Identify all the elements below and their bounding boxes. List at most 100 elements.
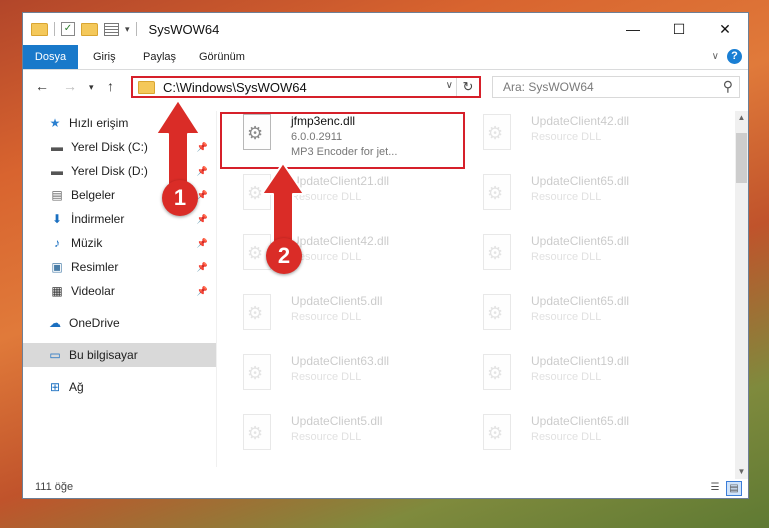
sidebar-item-quick-access[interactable]: ★ Hızlı erişim — [23, 111, 216, 135]
sidebar-item-label: Videolar — [71, 284, 115, 298]
search-box[interactable]: Ara: SysWOW64 ⚲ — [492, 76, 740, 98]
expand-ribbon-chevron-icon[interactable]: ∨ — [712, 51, 719, 62]
film-icon: ▦ — [51, 284, 63, 298]
file-tile[interactable]: ⚙ UpdateClient65.dll Resource DLL — [475, 231, 703, 285]
help-icon[interactable]: ? — [727, 49, 742, 64]
toolbar-divider — [135, 22, 137, 36]
gear-icon: ⚙ — [487, 183, 504, 203]
address-dropdown-chevron-icon[interactable]: ∨ — [446, 80, 453, 91]
forward-arrow-icon[interactable]: → — [63, 78, 77, 94]
details-view-icon[interactable]: ☰ — [708, 481, 722, 494]
address-bar[interactable]: C:\Windows\SysWOW64 ∨ ↻ — [131, 76, 481, 98]
gear-icon: ⚙ — [247, 303, 264, 323]
sidebar-item-pictures[interactable]: ▣ Resimler 📌 — [23, 255, 216, 279]
music-note-icon: ♪ — [54, 236, 60, 250]
window-controls: — ☐ ✕ — [610, 13, 748, 45]
file-version: 6.0.0.2911 — [291, 131, 343, 143]
file-name: UpdateClient42.dll — [291, 234, 390, 248]
file-tile-jfmp3enc[interactable]: ⚙ jfmp3enc.dll 6.0.0.2911 MP3 Encoder fo… — [235, 111, 463, 165]
vertical-scrollbar[interactable]: ▲ ▼ — [735, 111, 748, 479]
scroll-up-arrow-icon[interactable]: ▲ — [735, 111, 748, 125]
refresh-icon[interactable]: ↻ — [456, 78, 479, 96]
file-description: Resource DLL — [531, 191, 602, 203]
file-tile[interactable]: ⚙ UpdateClient42.dll Resource DLL — [475, 111, 703, 165]
tab-share[interactable]: Paylaş — [143, 45, 176, 69]
back-arrow-icon[interactable]: ← — [35, 78, 49, 94]
sidebar-item-label: Yerel Disk (D:) — [71, 164, 148, 178]
computer-icon: ▭ — [49, 348, 61, 362]
navigation-bar: ← → ▾ ↑ C:\Windows\SysWOW64 ∨ ↻ Ara: Sys… — [23, 71, 748, 103]
file-description: Resource DLL — [291, 311, 362, 323]
file-tile[interactable]: ⚙ UpdateClient65.dll Resource DLL — [475, 291, 703, 345]
file-tile[interactable]: ⚙ UpdateClient65.dll Resource DLL — [475, 171, 703, 225]
file-description: Resource DLL — [531, 431, 602, 443]
tab-home[interactable]: Giriş — [93, 45, 116, 69]
file-name: UpdateClient42.dll — [531, 114, 630, 128]
search-icon[interactable]: ⚲ — [723, 78, 733, 95]
sidebar-item-label: Hızlı erişim — [69, 116, 129, 130]
properties-check-icon[interactable]: ✓ — [61, 22, 75, 36]
scrollbar-thumb[interactable] — [736, 133, 747, 183]
search-input[interactable]: Ara: SysWOW64 — [503, 80, 594, 94]
status-bar: 111 öğe ☰ ▤ — [23, 478, 748, 498]
sidebar-item-music[interactable]: ♪ Müzik 📌 — [23, 231, 216, 255]
gear-icon: ⚙ — [247, 423, 264, 443]
pin-icon: 📌 — [196, 261, 208, 272]
address-path[interactable]: C:\Windows\SysWOW64 — [163, 80, 307, 95]
download-arrow-icon: ⬇ — [51, 212, 63, 226]
sidebar-item-onedrive[interactable]: ☁ OneDrive — [23, 311, 216, 335]
file-name: UpdateClient65.dll — [531, 174, 630, 188]
sidebar-item-local-disk-c[interactable]: ▬ Yerel Disk (C:) 📌 — [23, 135, 216, 159]
quick-access-toolbar: ✓ ▾ — [31, 22, 137, 36]
pin-icon: 📌 — [196, 213, 208, 224]
file-tile[interactable]: ⚙ UpdateClient21.dll Resource DLL — [235, 171, 463, 225]
sidebar-item-label: Yerel Disk (C:) — [71, 140, 148, 154]
sidebar-item-local-disk-d[interactable]: ▬ Yerel Disk (D:) 📌 — [23, 159, 216, 183]
close-button[interactable]: ✕ — [702, 13, 748, 45]
gear-icon: ⚙ — [487, 123, 504, 143]
sidebar-item-network[interactable]: ⊞ Ağ — [23, 375, 216, 399]
step-2-marker: 2 — [266, 238, 302, 274]
file-name: jfmp3enc.dll — [291, 114, 356, 128]
file-tile[interactable]: ⚙ UpdateClient65.dll Resource DLL — [475, 411, 703, 465]
file-name: UpdateClient19.dll — [531, 354, 630, 368]
maximize-button[interactable]: ☐ — [656, 13, 702, 45]
pictures-icon: ▣ — [51, 260, 63, 274]
folder-icon — [31, 22, 48, 36]
toolbar-divider — [54, 22, 55, 36]
file-tile[interactable]: ⚙ UpdateClient5.dll Resource DLL — [235, 411, 463, 465]
file-tile[interactable]: ⚙ UpdateClient19.dll Resource DLL — [475, 351, 703, 405]
sidebar-item-videos[interactable]: ▦ Videolar 📌 — [23, 279, 216, 303]
step-1-marker: 1 — [162, 180, 198, 216]
up-arrow-icon[interactable]: ↑ — [107, 78, 114, 94]
gear-icon: ⚙ — [487, 363, 504, 383]
window-title: SysWOW64 — [148, 21, 220, 37]
properties-list-icon[interactable] — [104, 22, 119, 36]
explorer-window: ✓ ▾ SysWOW64 — ☐ ✕ Dosya Giriş Paylaş Gö… — [22, 12, 749, 499]
new-folder-icon[interactable] — [81, 22, 98, 36]
pane-divider — [216, 111, 217, 467]
sidebar-item-label: Ağ — [69, 380, 84, 394]
sidebar-item-this-pc[interactable]: ▭ Bu bilgisayar — [23, 343, 216, 367]
file-tile[interactable]: ⚙ UpdateClient63.dll Resource DLL — [235, 351, 463, 405]
scroll-down-arrow-icon[interactable]: ▼ — [735, 465, 748, 479]
item-count: 111 öğe — [35, 481, 74, 493]
file-tile[interactable]: ⚙ UpdateClient5.dll Resource DLL — [235, 291, 463, 345]
minimize-button[interactable]: — — [610, 13, 656, 45]
file-list: ⚙ jfmp3enc.dll 6.0.0.2911 MP3 Encoder fo… — [235, 111, 723, 467]
drive-icon: ▬ — [51, 164, 63, 178]
file-name: UpdateClient63.dll — [291, 354, 390, 368]
customize-toolbar-chevron-icon[interactable]: ▾ — [125, 24, 130, 35]
file-name: UpdateClient5.dll — [291, 414, 383, 428]
tiles-view-icon[interactable]: ▤ — [726, 481, 742, 496]
drive-icon: ▬ — [51, 140, 63, 154]
file-name: UpdateClient21.dll — [291, 174, 390, 188]
tab-file[interactable]: Dosya — [23, 45, 78, 69]
file-description: MP3 Encoder for jet... — [291, 146, 398, 158]
title-bar: ✓ ▾ SysWOW64 — ☐ ✕ — [23, 13, 748, 45]
recent-locations-chevron-icon[interactable]: ▾ — [89, 82, 94, 93]
tab-view[interactable]: Görünüm — [199, 45, 245, 69]
pin-icon: 📌 — [196, 237, 208, 248]
sidebar-item-label: Resimler — [71, 260, 119, 274]
gear-icon: ⚙ — [247, 243, 264, 263]
